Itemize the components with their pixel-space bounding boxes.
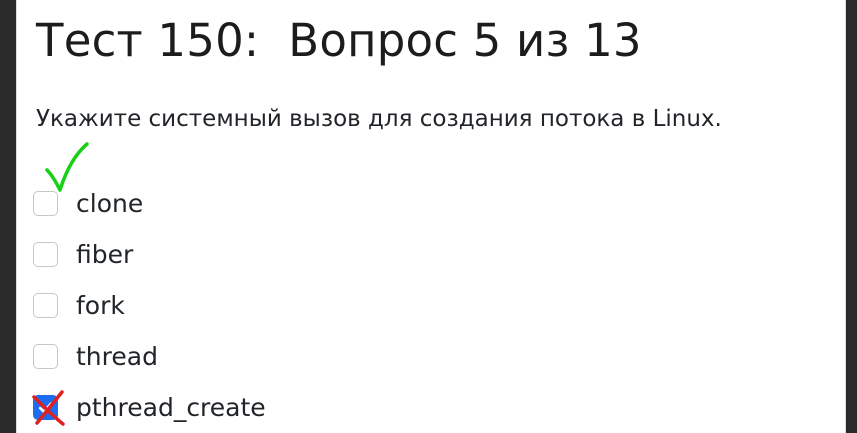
- answer-label: pthread_create: [76, 393, 266, 422]
- green-checkmark-icon: [45, 142, 89, 192]
- answer-option-fiber[interactable]: fiber: [33, 229, 266, 280]
- answer-checkbox[interactable]: [33, 242, 58, 267]
- answer-checkbox[interactable]: [33, 344, 58, 369]
- answer-label: fork: [76, 291, 125, 320]
- answer-option-pthread-create[interactable]: pthread_create: [32, 382, 266, 433]
- answer-checkbox[interactable]: [33, 191, 58, 216]
- answer-option-fork[interactable]: fork: [33, 280, 266, 331]
- answer-checkbox[interactable]: [33, 293, 58, 318]
- answer-option-clone[interactable]: clone: [33, 142, 266, 229]
- answer-label: clone: [76, 189, 144, 218]
- quiz-card: Тест 150: Вопрос 5 из 13 Укажите системн…: [16, 0, 846, 433]
- page-title: Тест 150: Вопрос 5 из 13: [36, 14, 642, 67]
- answer-checkbox[interactable]: [33, 395, 58, 420]
- answer-option-thread[interactable]: thread: [33, 331, 266, 382]
- answer-list: clone fiber fork thread pthread_create: [32, 142, 266, 433]
- answer-label: thread: [76, 342, 158, 371]
- answer-label: fiber: [76, 240, 134, 269]
- question-text: Укажите системный вызов для создания пот…: [36, 106, 722, 132]
